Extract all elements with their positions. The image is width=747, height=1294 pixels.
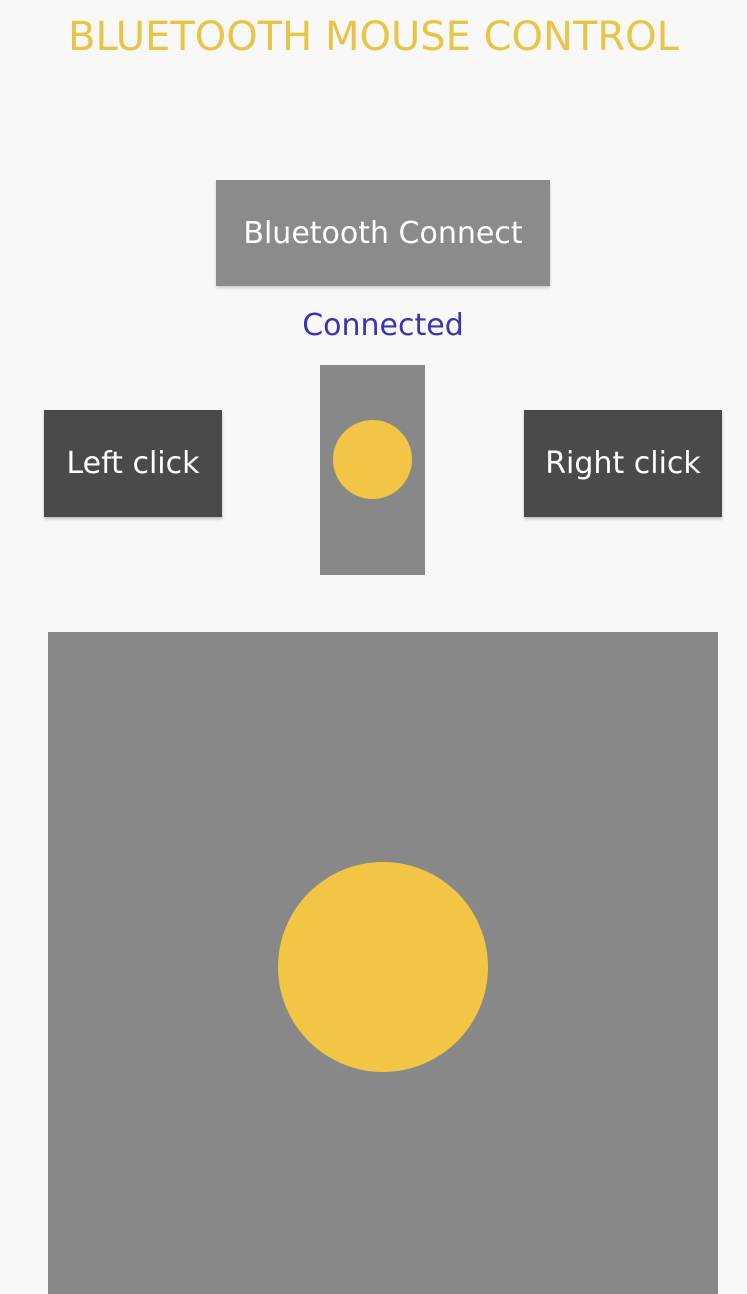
scroll-slider-thumb[interactable] [333, 420, 412, 499]
right-click-button[interactable]: Right click [524, 410, 722, 517]
bluetooth-connect-button[interactable]: Bluetooth Connect [216, 180, 550, 286]
touchpad-joystick-knob[interactable] [278, 862, 488, 1072]
connection-status: Connected [302, 308, 464, 343]
app-title: BLUETOOTH MOUSE CONTROL [68, 14, 679, 60]
left-click-button[interactable]: Left click [44, 410, 222, 517]
app-screen: BLUETOOTH MOUSE CONTROL Bluetooth Connec… [0, 0, 747, 1294]
